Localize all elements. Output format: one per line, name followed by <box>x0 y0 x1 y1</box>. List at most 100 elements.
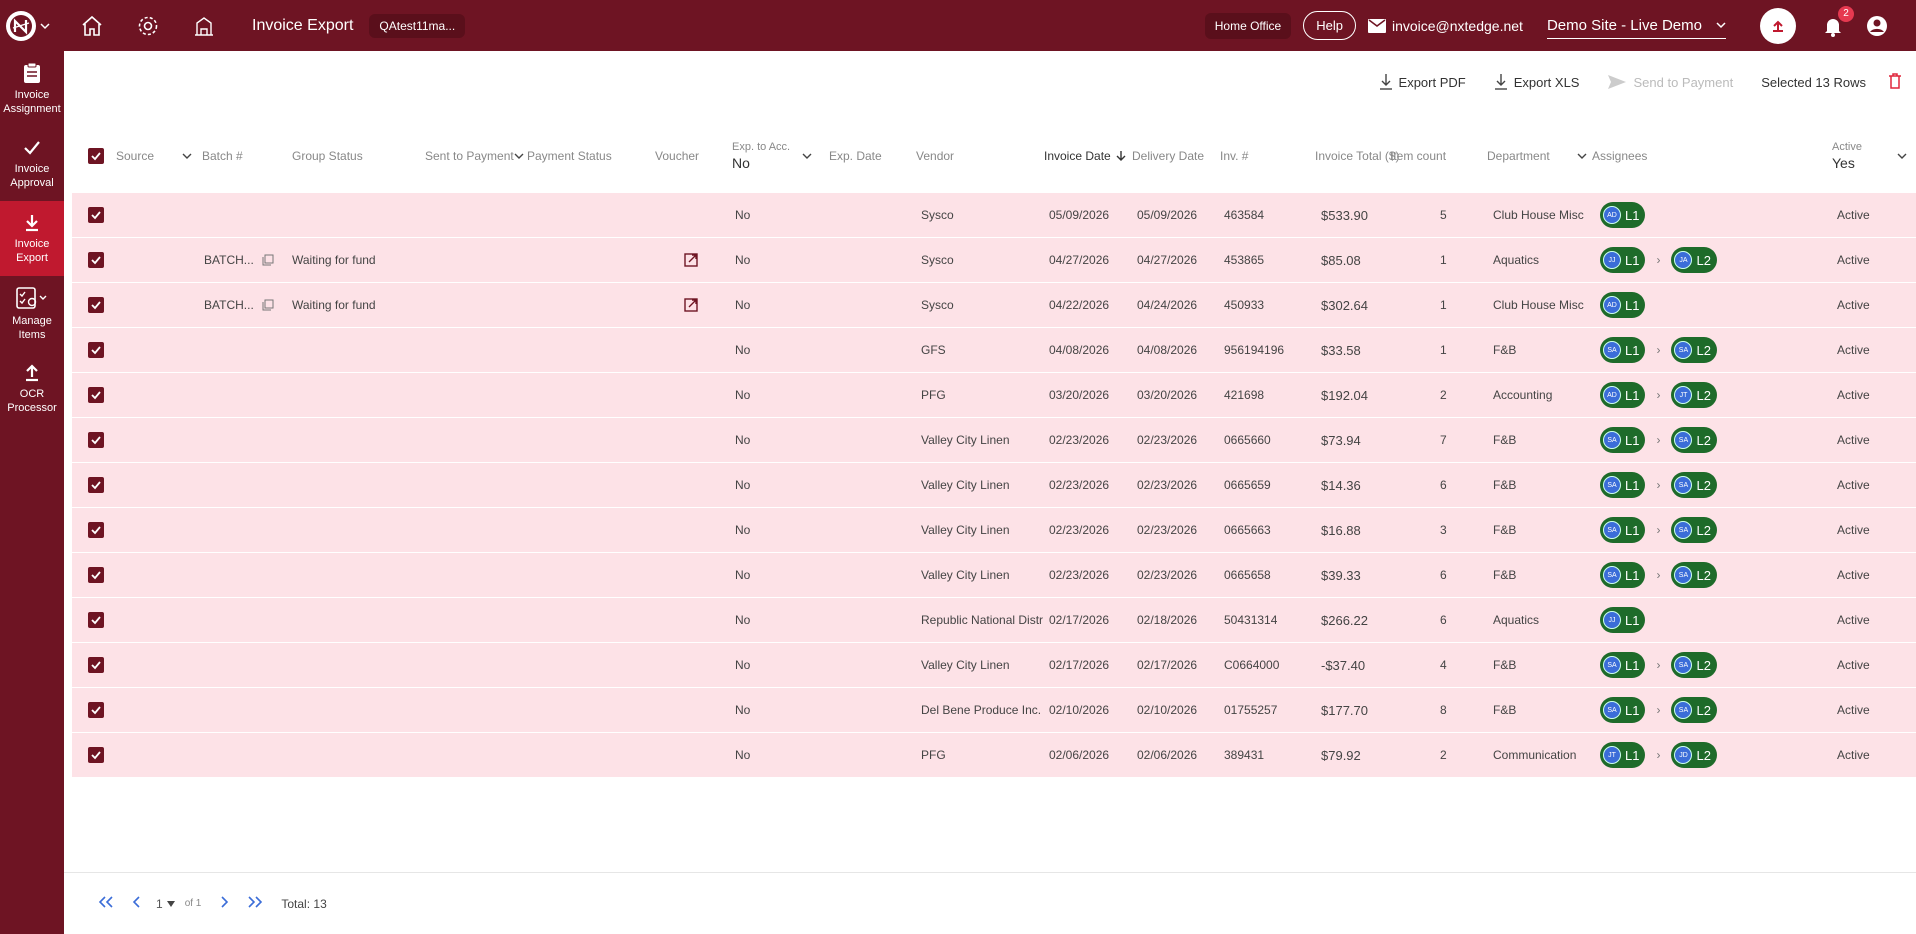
notifications-button[interactable]: 2 <box>1822 5 1854 37</box>
user-chip[interactable]: QAtest11ma... <box>369 13 466 38</box>
delete-button[interactable] <box>1888 72 1902 92</box>
last-page-button[interactable] <box>247 895 263 913</box>
site-select[interactable]: Demo Site - Live Demo <box>1546 13 1726 39</box>
row-checkbox[interactable] <box>88 238 104 282</box>
app-menu[interactable] <box>0 0 64 51</box>
table-row[interactable]: No Valley City Linen 02/17/2026 02/17/20… <box>72 643 1916 688</box>
row-checkbox[interactable] <box>88 508 104 552</box>
home-button[interactable] <box>64 0 120 51</box>
home-office-button[interactable]: Home Office <box>1204 12 1292 39</box>
sidebar-item-ocr-processor[interactable]: OCR Processor <box>0 351 64 426</box>
assignee-level-2[interactable]: JD L2 <box>1671 742 1717 768</box>
chevron-down-icon <box>40 22 50 29</box>
column-vendor[interactable]: Vendor <box>916 122 954 190</box>
column-batch[interactable]: Batch # <box>202 122 243 190</box>
column-item-count[interactable]: Item count <box>1390 122 1446 190</box>
column-department[interactable]: Department <box>1487 122 1587 190</box>
assignee-level-1[interactable]: SA L1 <box>1600 562 1646 588</box>
column-assignees[interactable]: Assignees <box>1592 122 1647 190</box>
assignee-level-1[interactable]: SA L1 <box>1600 337 1646 363</box>
send-to-payment-button[interactable]: Send to Payment <box>1607 74 1733 90</box>
table-row[interactable]: No PFG 02/06/2026 02/06/2026 389431 $79.… <box>72 733 1916 778</box>
copy-icon[interactable] <box>262 254 274 266</box>
select-all-checkbox[interactable] <box>88 122 104 190</box>
row-checkbox[interactable] <box>88 553 104 597</box>
column-delivery-date[interactable]: Delivery Date <box>1132 122 1204 190</box>
settings-button[interactable] <box>120 0 176 51</box>
export-pdf-button[interactable]: Export PDF <box>1379 73 1466 91</box>
assignee-level-2[interactable]: SA L2 <box>1671 427 1717 453</box>
column-invoice-date[interactable]: Invoice Date <box>1044 122 1126 190</box>
table-row[interactable]: No Valley City Linen 02/23/2026 02/23/20… <box>72 508 1916 553</box>
assignee-level-1[interactable]: SA L1 <box>1600 517 1646 543</box>
sidebar-item-manage-items[interactable]: Manage Items <box>0 276 64 351</box>
column-invoice-total[interactable]: Invoice Total ($) <box>1315 122 1400 190</box>
sidebar-item-invoice-approval[interactable]: Invoice Approval <box>0 126 64 201</box>
table-row[interactable]: BATCH... Waiting for fund No Sysco 04/22… <box>72 283 1916 328</box>
table-row[interactable]: No Valley City Linen 02/23/2026 02/23/20… <box>72 553 1916 598</box>
table-row[interactable]: No Del Bene Produce Inc. 02/10/2026 02/1… <box>72 688 1916 733</box>
row-checkbox[interactable] <box>88 688 104 732</box>
assignee-level-2[interactable]: JT L2 <box>1671 382 1717 408</box>
assignee-level-2[interactable]: SA L2 <box>1671 562 1717 588</box>
assignee-level-2[interactable]: SA L2 <box>1671 517 1717 543</box>
help-button[interactable]: Help <box>1303 11 1356 40</box>
voucher-link[interactable] <box>684 238 698 282</box>
row-checkbox[interactable] <box>88 598 104 642</box>
assignee-level-1[interactable]: AD L1 <box>1600 292 1646 318</box>
facilities-button[interactable] <box>176 0 232 51</box>
upload-button[interactable] <box>1760 7 1796 44</box>
assignee-level-2[interactable]: SA L2 <box>1671 652 1717 678</box>
assignee-level-1[interactable]: SA L1 <box>1600 472 1646 498</box>
assignee-level-2[interactable]: SA L2 <box>1671 697 1717 723</box>
assignee-level-1[interactable]: AD L1 <box>1600 382 1646 408</box>
assignee-level-2[interactable]: SA L2 <box>1671 337 1717 363</box>
table-row[interactable]: No GFS 04/08/2026 04/08/2026 956194196 $… <box>72 328 1916 373</box>
table-row[interactable]: No Valley City Linen 02/23/2026 02/23/20… <box>72 418 1916 463</box>
column-payment-status[interactable]: Payment Status <box>527 122 612 190</box>
column-source[interactable]: Source <box>116 122 196 190</box>
active-filter[interactable]: Active Yes <box>1832 122 1907 190</box>
assignee-level-1[interactable]: SA L1 <box>1600 697 1646 723</box>
row-checkbox[interactable] <box>88 373 104 417</box>
table-row[interactable]: No Republic National Distr 02/17/2026 02… <box>72 598 1916 643</box>
first-page-button[interactable] <box>98 895 114 913</box>
check-icon <box>91 751 101 760</box>
account-button[interactable] <box>1866 15 1888 37</box>
row-checkbox[interactable] <box>88 283 104 327</box>
column-voucher[interactable]: Voucher <box>655 122 699 190</box>
row-checkbox[interactable] <box>88 193 104 237</box>
copy-icon[interactable] <box>262 299 274 311</box>
next-page-button[interactable] <box>219 895 229 913</box>
email-link[interactable]: invoice@nxtedge.net <box>1367 18 1523 34</box>
table-row[interactable]: No Valley City Linen 02/23/2026 02/23/20… <box>72 463 1916 508</box>
assignee-level-2[interactable]: JA L2 <box>1671 247 1717 273</box>
assignee-level-1[interactable]: SA L1 <box>1600 427 1646 453</box>
prev-page-button[interactable] <box>132 895 142 913</box>
table-row[interactable]: No PFG 03/20/2026 03/20/2026 421698 $192… <box>72 373 1916 418</box>
row-checkbox[interactable] <box>88 328 104 372</box>
assignee-level-1[interactable]: SA L1 <box>1600 652 1646 678</box>
assignee-level-2[interactable]: SA L2 <box>1671 472 1717 498</box>
sidebar-item-invoice-export[interactable]: Invoice Export <box>0 201 64 276</box>
column-group-status[interactable]: Group Status <box>292 122 363 190</box>
sidebar-item-invoice-assignment[interactable]: Invoice Assignment <box>0 51 64 126</box>
exp-to-acc-filter[interactable]: Exp. to Acc. No <box>732 122 812 190</box>
assignee-level-1[interactable]: AD L1 <box>1600 202 1646 228</box>
assignee-level-1[interactable]: JJ L1 <box>1600 607 1646 633</box>
row-checkbox[interactable] <box>88 463 104 507</box>
column-exp-date[interactable]: Exp. Date <box>829 122 882 190</box>
voucher-link[interactable] <box>684 283 698 327</box>
column-sent-to-payment[interactable]: Sent to Payment <box>425 122 524 190</box>
assignee-level-1[interactable]: JJ L1 <box>1600 247 1646 273</box>
assignee-level-1[interactable]: JT L1 <box>1600 742 1646 768</box>
export-xls-button[interactable]: Export XLS <box>1494 73 1579 91</box>
row-checkbox[interactable] <box>88 643 104 687</box>
column-inv-no[interactable]: Inv. # <box>1220 122 1248 190</box>
page-select[interactable]: 1 <box>156 897 175 911</box>
table-row[interactable]: No Sysco 05/09/2026 05/09/2026 463584 $5… <box>72 193 1916 238</box>
row-checkbox[interactable] <box>88 733 104 777</box>
download-icon <box>26 214 38 231</box>
table-row[interactable]: BATCH... Waiting for fund No Sysco 04/27… <box>72 238 1916 283</box>
row-checkbox[interactable] <box>88 418 104 462</box>
